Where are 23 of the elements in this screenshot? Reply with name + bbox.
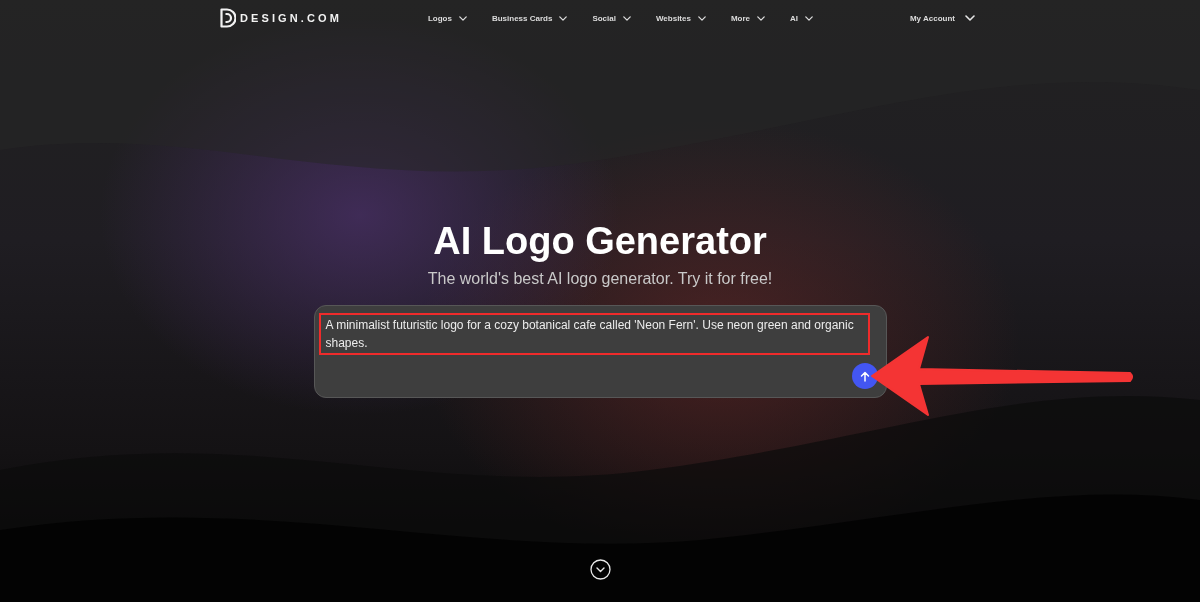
chevron-down-icon: [559, 15, 568, 21]
nav-menu-item[interactable]: Social: [592, 13, 631, 23]
prompt-field[interactable]: A minimalist futuristic logo for a cozy botanical cafe called 'Neon Fern'. Use neon green and organic shapes.: [313, 305, 887, 398]
send-button[interactable]: [851, 363, 878, 389]
logo-text[interactable]: DESIGN.COM: [240, 12, 342, 24]
chevron-down-icon: [757, 15, 766, 21]
account-menu[interactable]: My Account: [909, 13, 975, 23]
chevron-down-icon: [805, 15, 814, 21]
chevron-down-icon: [965, 15, 975, 21]
prompt-text: A minimalist futuristic logo for a cozy botanical cafe called 'Neon Fern'. Use neon green and organic shapes.: [325, 317, 855, 352]
chevron-down-icon: [458, 15, 467, 21]
logo-icon: [220, 8, 236, 28]
scroll-down-icon[interactable]: [589, 559, 611, 580]
chevron-down-icon: [622, 15, 631, 21]
nav-menu-item[interactable]: Business Cards: [491, 13, 568, 23]
nav-menu-item[interactable]: Logos: [427, 13, 467, 23]
nav-menu-item[interactable]: AI: [790, 13, 814, 23]
chevron-down-icon: [697, 15, 706, 21]
nav-menu-item[interactable]: Websites: [655, 13, 706, 23]
page-title: AI Logo Generator: [433, 219, 767, 263]
page-subtitle: The world's best AI logo generator. Try it for free!: [427, 269, 773, 289]
nav-menu-item[interactable]: More: [730, 13, 766, 23]
arrow-up-icon: [859, 370, 870, 382]
